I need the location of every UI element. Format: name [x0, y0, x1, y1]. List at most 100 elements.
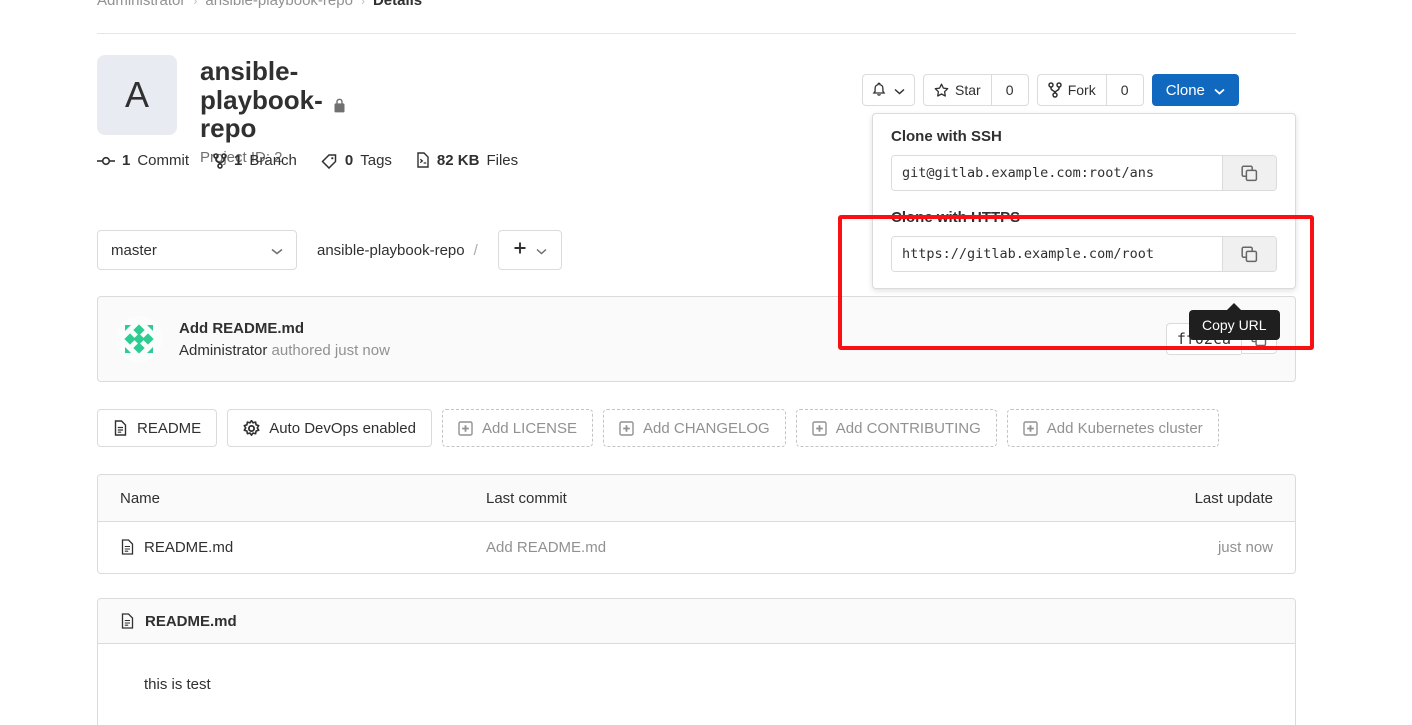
file-name-cell[interactable]: README.md: [98, 539, 486, 556]
column-header-last-update: Last update: [1194, 489, 1273, 507]
project-details-page: Administrator › ansible-playbook-repo › …: [0, 0, 1412, 725]
stat-branches-value: 1: [234, 152, 243, 169]
clone-https-label: Clone with HTTPS: [891, 209, 1021, 226]
chevron-down-icon: [536, 240, 547, 260]
copy-icon: [1241, 245, 1258, 262]
breadcrumb-item-administrator[interactable]: Administrator: [97, 0, 185, 9]
copy-ssh-url-button[interactable]: [1222, 156, 1276, 190]
fork-button[interactable]: Fork: [1036, 74, 1106, 106]
readme-button-label: README: [137, 419, 202, 437]
stat-tags-label: Tags: [360, 152, 392, 169]
file-icon: [121, 539, 134, 555]
readme-content: this is test: [144, 676, 211, 693]
file-table-header: Name Last commit Last update: [98, 475, 1295, 522]
table-row[interactable]: README.md Add README.md just now: [98, 522, 1295, 573]
repo-toolbar: master ansible-playbook-repo /: [97, 230, 562, 270]
breadcrumb: Administrator › ansible-playbook-repo › …: [97, 0, 422, 9]
star-label: Star: [955, 82, 981, 98]
breadcrumb-item-details[interactable]: Details: [373, 0, 422, 9]
stat-files[interactable]: 82 KB Files: [416, 152, 518, 169]
last-commit-panel: Add README.md Administrator authored jus…: [97, 296, 1296, 382]
column-header-last-commit: Last commit: [486, 489, 567, 507]
readme-panel-header: README.md: [98, 599, 1295, 644]
branch-selector-value: master: [111, 241, 157, 259]
file-name-label: README.md: [144, 539, 234, 556]
breadcrumb-separator-icon: ›: [360, 0, 365, 8]
readme-panel-title: README.md: [145, 612, 237, 630]
fork-button-group: Fork 0: [1036, 74, 1144, 106]
plus-icon: [513, 240, 527, 260]
auto-devops-button-label: Auto DevOps enabled: [269, 419, 416, 437]
stat-commits[interactable]: 1 Commit: [97, 152, 189, 169]
copy-icon: [1241, 164, 1258, 181]
clone-ssh-section: Clone with SSH: [891, 128, 1277, 191]
file-icon: [121, 612, 134, 629]
clone-ssh-url-input[interactable]: [892, 156, 1222, 190]
branch-icon: [213, 152, 227, 169]
clone-button-label: Clone: [1165, 81, 1205, 99]
add-kubernetes-cluster-button-label: Add Kubernetes cluster: [1046, 419, 1203, 437]
breadcrumb-divider: [97, 33, 1296, 34]
file-table: Name Last commit Last update README.md A…: [97, 474, 1296, 574]
commit-author[interactable]: Administrator: [179, 342, 267, 359]
stat-branches[interactable]: 1 Branch: [213, 152, 297, 169]
chevron-down-icon: [1214, 82, 1225, 99]
add-to-repo-button[interactable]: [497, 230, 562, 270]
stat-commits-label: Commit: [137, 152, 190, 169]
lock-icon: [332, 91, 347, 113]
file-last-update-cell: just now: [1217, 539, 1273, 556]
clone-https-section: Clone with HTTPS: [891, 209, 1277, 272]
branch-selector[interactable]: master: [97, 230, 297, 270]
avatar: [116, 316, 162, 362]
fork-icon: [1047, 82, 1062, 98]
gear-icon: [243, 419, 260, 436]
auto-devops-button[interactable]: Auto DevOps enabled: [227, 409, 432, 447]
clone-https-url-input[interactable]: [892, 237, 1222, 271]
breadcrumb-item-project[interactable]: ansible-playbook-repo: [205, 0, 353, 9]
clone-button[interactable]: Clone: [1151, 74, 1239, 106]
fork-label: Fork: [1067, 82, 1096, 98]
clone-dropdown-panel: Clone with SSH Clone with HTTPS: [872, 113, 1296, 289]
project-actions: Star 0 Fork 0 Clone: [862, 74, 1239, 106]
commit-title[interactable]: Add README.md: [179, 320, 390, 337]
readme-button[interactable]: README: [97, 409, 218, 447]
stat-files-label: Files: [486, 152, 519, 169]
add-contributing-button-label: Add CONTRIBUTING: [835, 419, 981, 437]
add-license-button-label: Add LICENSE: [481, 419, 577, 437]
star-button[interactable]: Star: [923, 74, 991, 106]
copy-url-tooltip: Copy URL: [1189, 303, 1280, 340]
file-icon: [114, 419, 127, 436]
add-contributing-button[interactable]: Add CONTRIBUTING: [795, 409, 997, 447]
notification-button[interactable]: [862, 74, 915, 106]
plus-box-icon: [619, 420, 634, 436]
breadcrumb-separator-icon: ›: [193, 0, 198, 8]
add-changelog-button-label: Add CHANGELOG: [643, 419, 770, 437]
star-icon: [934, 83, 949, 97]
file-icon: [417, 152, 429, 168]
repo-path: ansible-playbook-repo /: [317, 242, 478, 259]
plus-box-icon: [458, 420, 473, 436]
page-title: ansible-playbook-repo: [200, 57, 347, 143]
repo-path-name[interactable]: ansible-playbook-repo: [317, 242, 465, 259]
tag-icon: [321, 153, 337, 169]
stat-files-value: 82 KB: [436, 152, 480, 169]
stat-tags[interactable]: 0 Tags: [321, 152, 392, 169]
commit-meta: Administrator authored just now: [179, 342, 390, 359]
star-button-group: Star 0: [923, 74, 1029, 106]
file-last-commit-cell[interactable]: Add README.md: [486, 539, 1045, 556]
chevron-down-icon: [271, 242, 283, 259]
bell-icon: [872, 82, 886, 96]
fork-count[interactable]: 0: [1105, 74, 1144, 106]
add-changelog-button[interactable]: Add CHANGELOG: [603, 409, 786, 447]
column-header-name: Name: [120, 489, 161, 507]
star-count[interactable]: 0: [990, 74, 1029, 106]
plus-box-icon: [1023, 420, 1038, 436]
plus-box-icon: [812, 420, 827, 436]
stat-commits-value: 1: [122, 152, 131, 169]
add-license-button[interactable]: Add LICENSE: [441, 409, 593, 447]
clone-ssh-label: Clone with SSH: [891, 128, 1002, 145]
add-kubernetes-cluster-button[interactable]: Add Kubernetes cluster: [1006, 409, 1219, 447]
chevron-down-icon: [894, 82, 905, 98]
copy-https-url-button[interactable]: [1222, 237, 1276, 271]
repo-path-separator: /: [473, 241, 478, 259]
